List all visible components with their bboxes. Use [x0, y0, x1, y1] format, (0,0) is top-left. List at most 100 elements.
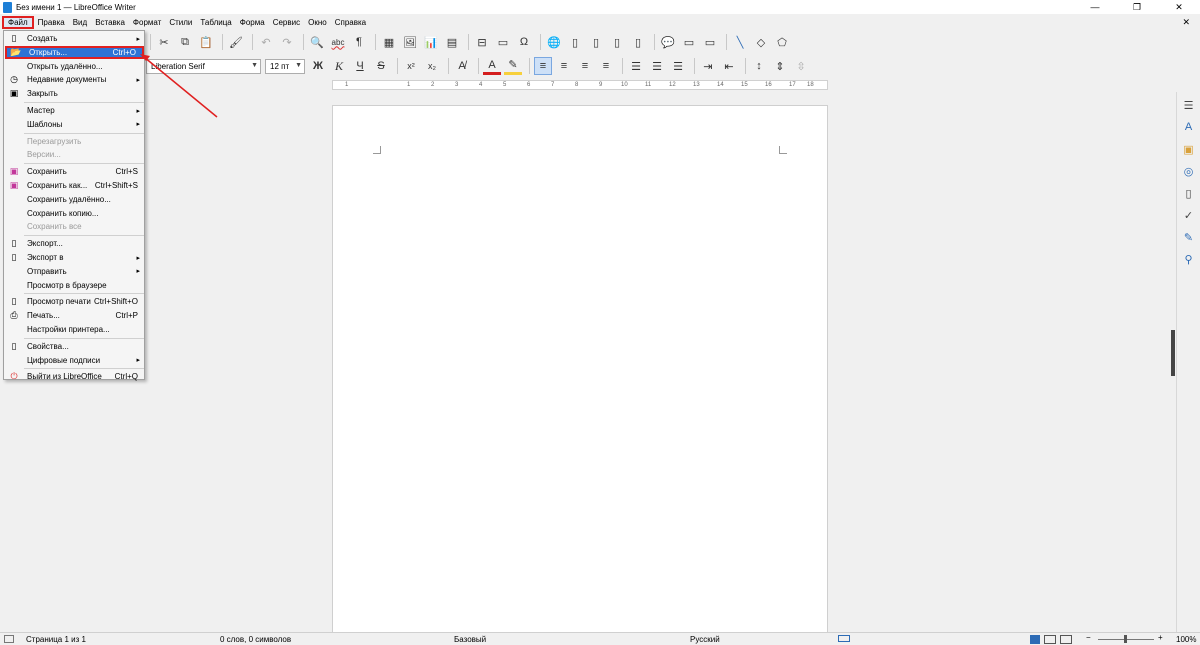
file-menu-item[interactable]: ▣ Сохранить Ctrl+S — [5, 165, 144, 178]
font-size-dropdown[interactable]: 12 пт ▼ — [265, 58, 305, 74]
clone-formatting-icon[interactable]: 🖌 — [227, 33, 245, 51]
line-spacing-icon[interactable]: ↕ — [750, 57, 768, 75]
footnote-icon[interactable]: ▯ — [566, 33, 584, 51]
find-icon[interactable]: ⚲ — [1181, 251, 1197, 267]
book-view-icon[interactable] — [1060, 635, 1072, 644]
single-page-view-icon[interactable] — [1030, 635, 1040, 644]
menu-edit[interactable]: Правка — [34, 16, 69, 29]
menu-window[interactable]: Окно — [304, 16, 331, 29]
insert-textbox-icon[interactable]: ▤ — [443, 33, 461, 51]
find-replace-icon[interactable]: 🔍 — [308, 33, 326, 51]
strikethrough-button[interactable]: S — [372, 57, 390, 75]
header-footer-icon[interactable]: ▭ — [701, 33, 719, 51]
menu-tools[interactable]: Сервис — [269, 16, 304, 29]
font-color-icon[interactable]: A — [483, 57, 501, 75]
bookmark-icon[interactable]: ▯ — [608, 33, 626, 51]
style-inspector-icon[interactable]: ✓ — [1181, 207, 1197, 223]
file-menu-item[interactable]: Сохранить удалённо... — [5, 193, 144, 206]
cut-icon[interactable]: ✂ — [155, 33, 173, 51]
close-document-button[interactable]: ✕ — [1182, 17, 1190, 28]
file-menu-item[interactable]: Цифровые подписи ▸ — [5, 354, 144, 367]
zoom-level[interactable]: 100% — [1176, 635, 1196, 644]
selection-mode-icon[interactable] — [838, 635, 850, 642]
menu-styles[interactable]: Стили — [165, 16, 196, 29]
underline-button[interactable]: Ч — [351, 57, 369, 75]
file-menu-item[interactable]: ▯ Создать ▸ — [5, 32, 144, 45]
menu-form[interactable]: Форма — [236, 16, 269, 29]
file-menu-item[interactable]: Перезагрузить — [5, 135, 144, 148]
superscript-button[interactable]: x² — [402, 57, 420, 75]
properties-icon[interactable]: ☰ — [1181, 97, 1197, 113]
file-menu-item[interactable]: ▯ Свойства... — [5, 340, 144, 353]
menu-file[interactable]: Файл — [2, 15, 34, 29]
minimize-button[interactable]: — — [1074, 0, 1116, 14]
file-menu-item[interactable]: Сохранить копию... — [5, 207, 144, 220]
track-changes-icon[interactable]: ▭ — [680, 33, 698, 51]
gallery-icon[interactable]: ▣ — [1181, 141, 1197, 157]
file-menu-item[interactable]: Мастер ▸ — [5, 104, 144, 117]
copy-icon[interactable]: ⧉ — [176, 33, 194, 51]
page-icon[interactable]: ▯ — [1181, 185, 1197, 201]
language-status[interactable]: Русский — [690, 635, 720, 644]
file-menu-item[interactable]: ▯ Экспорт... — [5, 237, 144, 250]
file-menu-item[interactable]: Настройки принтера... — [5, 323, 144, 336]
paste-icon[interactable]: 📋 — [197, 33, 215, 51]
numbered-list-icon[interactable]: ☰ — [648, 57, 666, 75]
paragraph-spacing-decrease-icon[interactable]: ⇳ — [792, 57, 810, 75]
hyperlink-icon[interactable]: 🌐 — [545, 33, 563, 51]
font-name-dropdown[interactable]: Liberation Serif ▼ — [146, 58, 261, 74]
draw-functions-icon[interactable]: ⬠ — [773, 33, 791, 51]
sidebar-collapse-handle[interactable] — [1171, 330, 1175, 376]
special-character-icon[interactable]: Ω — [515, 33, 533, 51]
insert-field-icon[interactable]: ▭ — [494, 33, 512, 51]
menu-insert[interactable]: Вставка — [91, 16, 129, 29]
zoom-slider-thumb[interactable] — [1124, 635, 1127, 643]
file-menu-item[interactable]: Версии... — [5, 148, 144, 161]
multi-page-view-icon[interactable] — [1044, 635, 1056, 644]
menu-format[interactable]: Формат — [129, 16, 165, 29]
file-menu-item[interactable]: ⏻ Выйти из LibreOffice Ctrl+Q — [5, 370, 144, 383]
page-count[interactable]: Страница 1 из 1 — [26, 635, 86, 644]
file-menu-item[interactable]: Открыть удалённо... — [5, 60, 144, 73]
file-menu-item[interactable]: 📂 Открыть... Ctrl+O — [5, 45, 144, 59]
undo-icon[interactable]: ↶ — [257, 33, 275, 51]
maximize-button[interactable]: ❐ — [1116, 0, 1158, 14]
zoom-out-button[interactable]: − — [1086, 633, 1091, 642]
file-menu-item[interactable]: ▯ Экспорт в ▸ — [5, 251, 144, 264]
bullet-list-icon[interactable]: ☰ — [627, 57, 645, 75]
styles-icon[interactable]: A — [1181, 119, 1197, 135]
file-menu-item[interactable]: ⎙ Печать... Ctrl+P — [5, 309, 144, 322]
spelling-icon[interactable]: abc — [329, 33, 347, 51]
file-menu-item[interactable]: ▣ Закрыть — [5, 87, 144, 100]
vertical-scrollbar[interactable] — [1157, 92, 1167, 632]
menu-table[interactable]: Таблица — [196, 16, 235, 29]
menu-view[interactable]: Вид — [69, 16, 91, 29]
page-break-icon[interactable]: ⊟ — [473, 33, 491, 51]
formatting-marks-icon[interactable]: ¶ — [350, 33, 368, 51]
increase-indent-icon[interactable]: ⇥ — [699, 57, 717, 75]
endnote-icon[interactable]: ▯ — [587, 33, 605, 51]
close-window-button[interactable]: ✕ — [1158, 0, 1200, 14]
insert-chart-icon[interactable]: 📊 — [422, 33, 440, 51]
horizontal-ruler[interactable]: 1 1 2 3 4 5 6 7 8 9 10 11 12 13 14 15 16… — [332, 80, 828, 90]
navigator-icon[interactable]: ◎ — [1181, 163, 1197, 179]
manage-changes-icon[interactable]: ✎ — [1181, 229, 1197, 245]
insert-table-icon[interactable]: ▦ — [380, 33, 398, 51]
file-menu-item[interactable]: ▯ Просмотр печати Ctrl+Shift+O — [5, 295, 144, 308]
justify-icon[interactable]: ≡ — [597, 57, 615, 75]
outline-list-icon[interactable]: ☰ — [669, 57, 687, 75]
file-menu-item[interactable]: ◷ Недавние документы ▸ — [5, 73, 144, 86]
subscript-button[interactable]: x₂ — [423, 57, 441, 75]
clear-formatting-icon[interactable]: A̸ — [453, 57, 471, 75]
file-menu-item[interactable]: Сохранить все — [5, 220, 144, 233]
highlight-color-icon[interactable]: ✎ — [504, 57, 522, 75]
file-menu-item[interactable]: Шаблоны ▸ — [5, 118, 144, 131]
italic-button[interactable]: К — [330, 57, 348, 75]
comment-icon[interactable]: 💬 — [659, 33, 677, 51]
menu-help[interactable]: Справка — [331, 16, 370, 29]
line-icon[interactable]: ╲ — [731, 33, 749, 51]
paragraph-spacing-icon[interactable]: ⇕ — [771, 57, 789, 75]
basic-shapes-icon[interactable]: ◇ — [752, 33, 770, 51]
align-left-icon[interactable]: ≡ — [534, 57, 552, 75]
page-style[interactable]: Базовый — [454, 635, 486, 644]
